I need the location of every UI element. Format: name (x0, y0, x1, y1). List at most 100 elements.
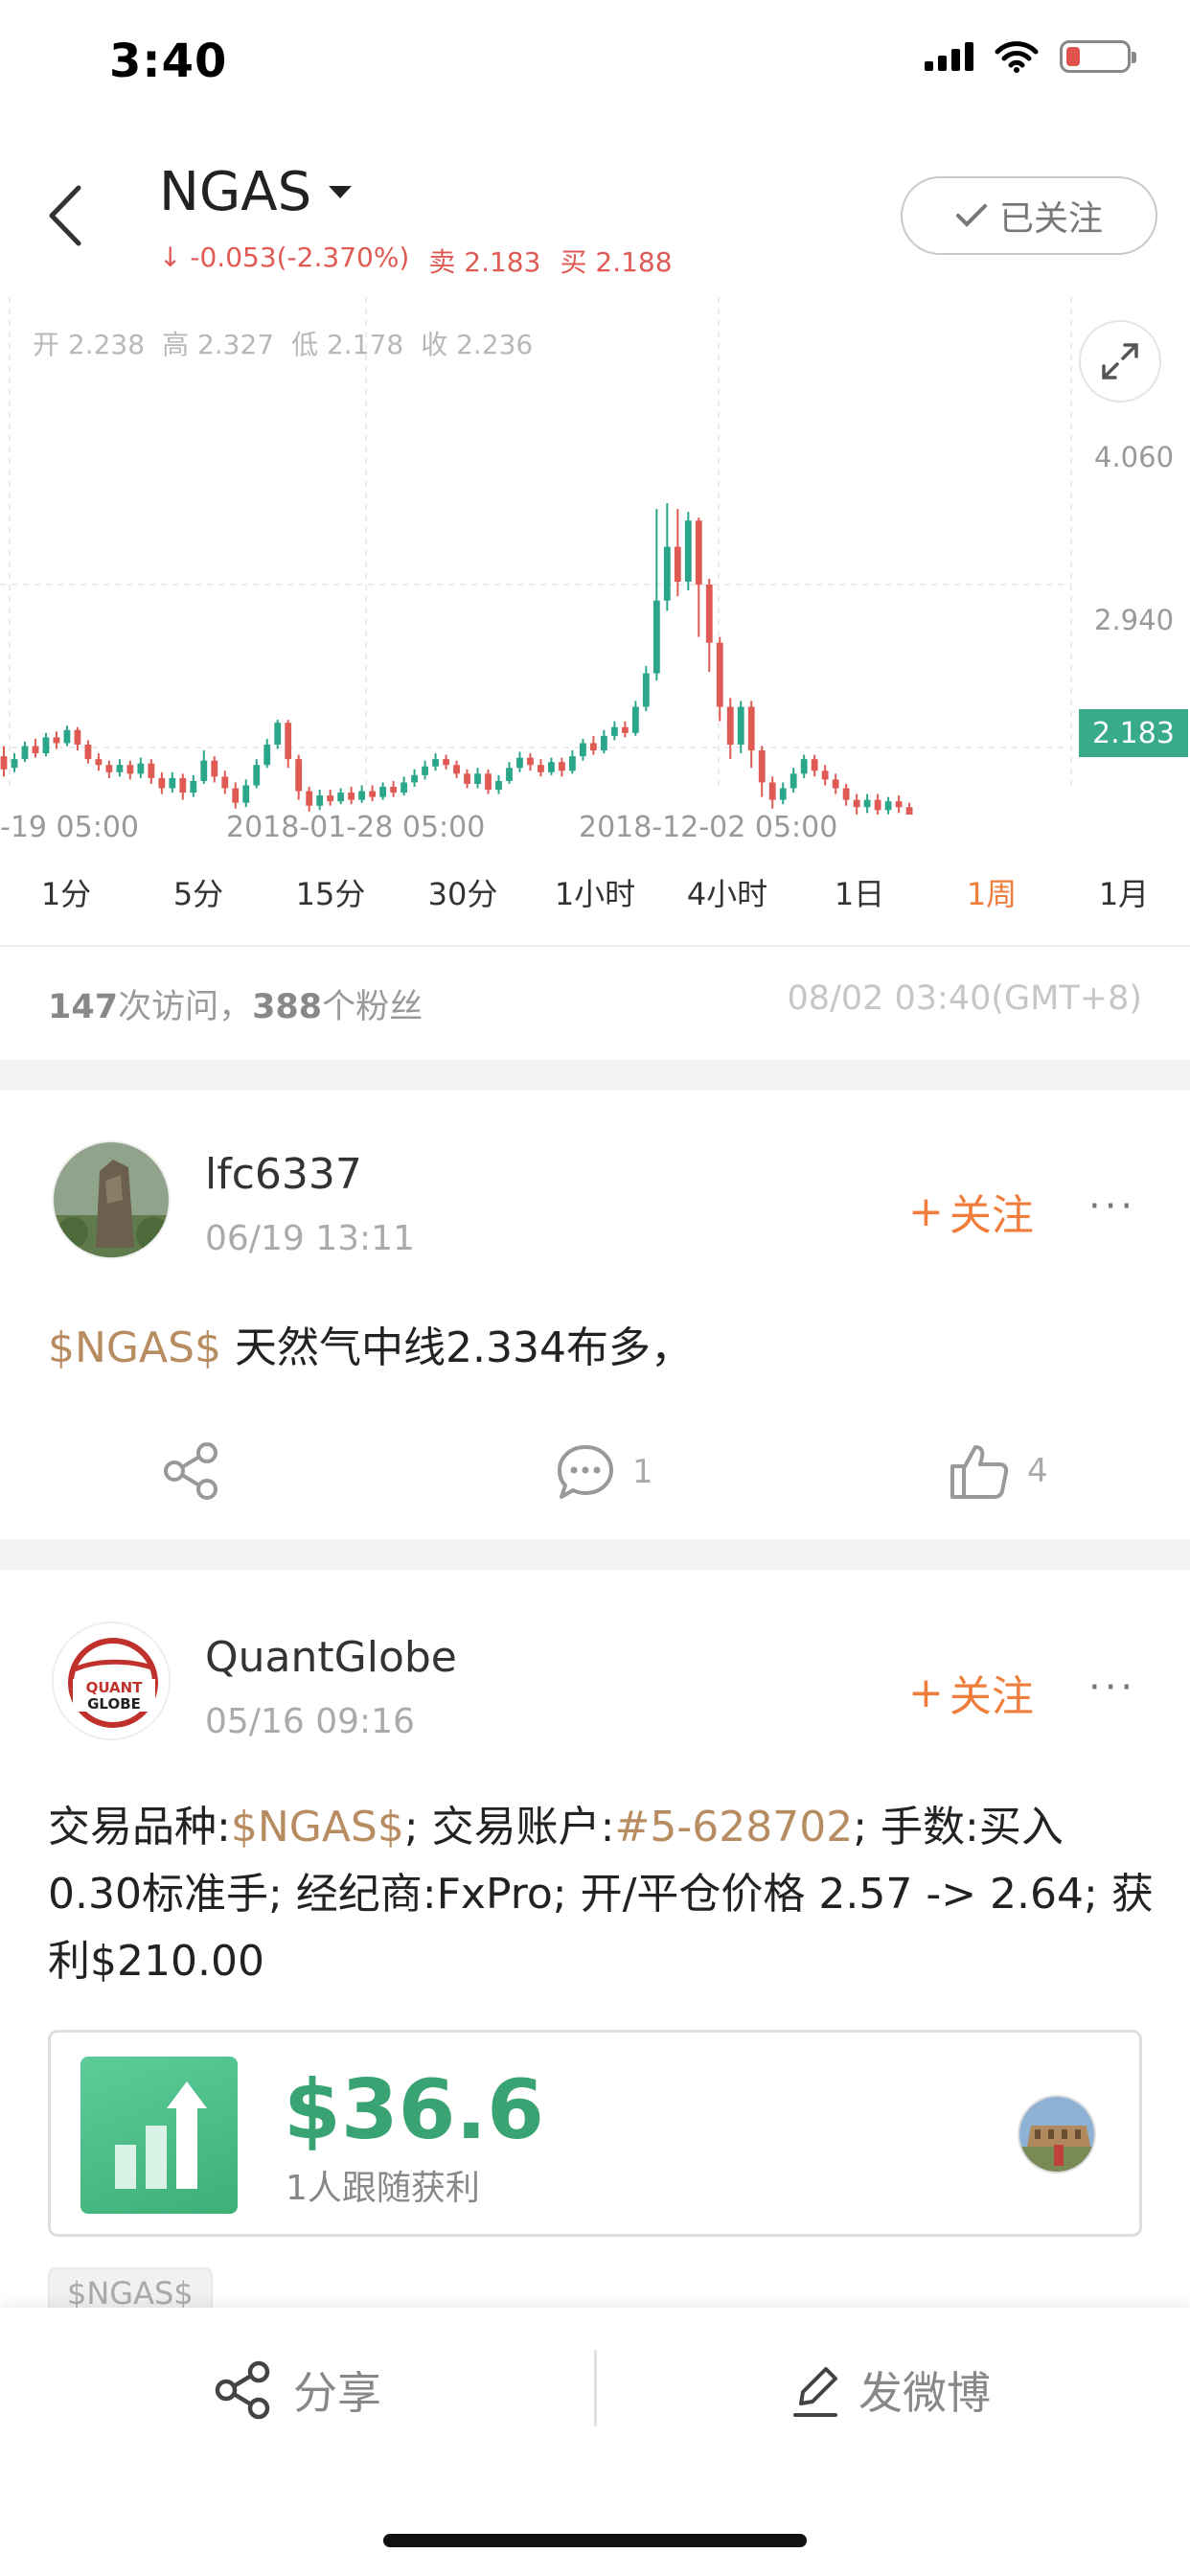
share-action[interactable] (161, 1441, 222, 1501)
section-gap (0, 1539, 1190, 1570)
candle-body (895, 801, 903, 808)
candle-body (316, 795, 324, 806)
comment-action[interactable]: 1 (556, 1443, 653, 1501)
candle-body (474, 773, 481, 784)
cellular-signal-icon (925, 42, 973, 71)
fullscreen-button[interactable] (1079, 320, 1161, 402)
candlestick (137, 757, 145, 778)
post-time: 06/19 13:11 (205, 1219, 415, 1258)
like-count: 4 (1027, 1452, 1048, 1490)
candlestick (726, 698, 734, 760)
candle-body (221, 776, 229, 789)
follow-button[interactable]: + 关注 (908, 1181, 1034, 1242)
candle-body (358, 791, 366, 800)
stock-tag-link[interactable]: $NGAS$ (231, 1803, 404, 1852)
candlestick (169, 771, 176, 794)
share-button[interactable]: 分享 (213, 2350, 381, 2430)
more-options-icon[interactable]: ··· (1088, 1666, 1136, 1710)
candle-body (190, 780, 197, 794)
period-tab[interactable]: 5分 (132, 870, 264, 924)
candle-body (652, 600, 660, 674)
period-tab[interactable]: 30分 (397, 870, 529, 924)
expand-icon (1102, 343, 1138, 380)
candlestick (84, 740, 92, 764)
symbol-title[interactable]: NGAS (159, 161, 353, 223)
down-arrow-icon: ↓ (159, 242, 191, 273)
candlestick (684, 512, 692, 591)
dropdown-caret-icon (329, 186, 353, 198)
candle-body (411, 774, 418, 783)
account-tag-link[interactable]: #5-628702 (615, 1803, 854, 1852)
candle-body (768, 782, 776, 800)
candlestick (464, 769, 470, 789)
candlestick (295, 754, 303, 800)
candle-body (422, 766, 428, 775)
candlestick (842, 783, 850, 806)
candle-body (263, 744, 271, 766)
candle-body (21, 746, 29, 760)
candlestick (695, 518, 702, 637)
candlestick (758, 746, 766, 797)
period-tab[interactable]: 1周 (926, 870, 1058, 924)
candlestick (42, 732, 50, 757)
candle-body (337, 793, 345, 802)
follow-button[interactable]: + 关注 (908, 1662, 1034, 1723)
svg-text:QUANT: QUANT (86, 1679, 144, 1696)
candlestick (895, 795, 903, 814)
period-tab[interactable]: 1日 (793, 870, 926, 924)
candlestick (580, 738, 586, 761)
period-tab[interactable]: 15分 (264, 870, 397, 924)
candlestick (21, 741, 29, 763)
comment-icon (558, 1445, 613, 1499)
candlestick (779, 782, 787, 805)
candle-body (306, 791, 313, 806)
price-chart[interactable] (0, 297, 1190, 815)
candle-body (84, 744, 92, 760)
post-text[interactable]: 交易品种:$NGAS$; 交易账户:#5-628702; 手数:买入 0.30标… (48, 1794, 1159, 1995)
period-tab[interactable]: 1分 (0, 870, 132, 924)
more-options-icon[interactable]: ··· (1088, 1184, 1136, 1229)
period-tab[interactable]: 1小时 (529, 870, 661, 924)
candlestick (74, 726, 81, 751)
username[interactable]: QuantGlobe (205, 1633, 457, 1682)
candlestick (53, 731, 60, 749)
x-tick-label: -19 05:00 (0, 811, 139, 844)
symbol-name: NGAS (159, 161, 312, 223)
battery-icon (1060, 40, 1136, 73)
candle-body (253, 765, 261, 786)
x-tick-label: 2018-01-28 05:00 (226, 811, 486, 844)
post-weibo-button[interactable]: 发微博 (791, 2350, 991, 2430)
thumbs-up-icon (950, 1445, 1009, 1499)
chart-grid (0, 297, 1072, 786)
candle-body (674, 546, 681, 582)
username[interactable]: lfc6337 (205, 1150, 362, 1199)
candle-body (148, 763, 155, 778)
ohlc-readout: 开 2.238 高 2.327 低 2.178 收 2.236 (33, 324, 533, 362)
wifi-icon (995, 41, 1039, 73)
candlestick (652, 509, 660, 681)
candle-body (390, 786, 398, 794)
followed-button[interactable]: 已关注 (901, 176, 1157, 255)
stock-tag-link[interactable]: $NGAS$ (48, 1323, 221, 1372)
followed-label: 已关注 (998, 199, 1103, 239)
candle-body (242, 785, 250, 803)
period-tab[interactable]: 4小时 (661, 870, 793, 924)
candle-body (779, 788, 787, 800)
candlestick (811, 754, 818, 777)
like-action[interactable]: 4 (949, 1441, 1048, 1501)
share-icon (164, 1442, 217, 1500)
avatar[interactable] (52, 1140, 171, 1259)
pencil-icon (793, 2367, 837, 2417)
candlestick (538, 759, 544, 777)
post-body (221, 1323, 235, 1372)
period-tab[interactable]: 1月 (1058, 870, 1190, 924)
back-arrow-icon[interactable] (38, 182, 96, 249)
candlestick (663, 503, 671, 611)
post-text[interactable]: $NGAS$ 天然气中线2.334布多， (48, 1315, 693, 1382)
candle-body (485, 773, 492, 791)
candlestick (379, 782, 387, 800)
candlestick (600, 729, 607, 754)
candlestick (179, 773, 187, 800)
avatar[interactable]: QUANT GLOBE (52, 1622, 171, 1740)
candlestick (348, 786, 355, 805)
